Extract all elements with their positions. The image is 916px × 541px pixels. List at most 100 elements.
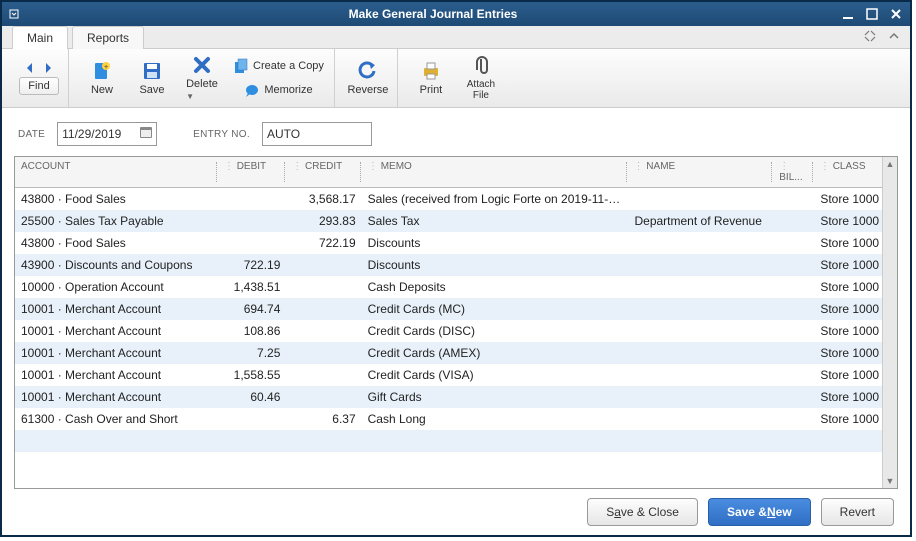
- cell-debit[interactable]: 1,558.55: [219, 365, 287, 385]
- cell-debit[interactable]: [219, 438, 287, 444]
- cell-account[interactable]: 61300 · Cash Over and Short: [15, 409, 219, 429]
- cell-billable[interactable]: [774, 240, 814, 246]
- cell-account[interactable]: 43900 · Discounts and Coupons: [15, 255, 219, 275]
- find-button[interactable]: Find: [19, 77, 58, 95]
- col-debit[interactable]: ⋮ DEBIT: [218, 157, 286, 187]
- cell-credit[interactable]: [286, 394, 361, 400]
- cell-billable[interactable]: [774, 262, 814, 268]
- cell-name[interactable]: [628, 372, 774, 378]
- cell-debit[interactable]: 1,438.51: [219, 277, 287, 297]
- cell-name[interactable]: [628, 328, 774, 334]
- cell-memo[interactable]: Sales Tax: [362, 211, 629, 231]
- revert-button[interactable]: Revert: [821, 498, 894, 526]
- vertical-scrollbar[interactable]: ▲ ▼: [882, 157, 897, 488]
- table-row[interactable]: 43800 · Food Sales 3,568.17Sales (receive…: [15, 188, 897, 210]
- col-account[interactable]: ACCOUNT: [15, 157, 218, 187]
- cell-account[interactable]: 10000 · Operation Account: [15, 277, 219, 297]
- print-button[interactable]: Print: [408, 53, 454, 103]
- table-row[interactable]: 10000 · Operation Account1,438.51 Cash De…: [15, 276, 897, 298]
- calendar-icon[interactable]: [139, 125, 153, 139]
- next-arrow-icon[interactable]: [41, 61, 55, 75]
- cell-credit[interactable]: [286, 438, 361, 444]
- cell-billable[interactable]: [774, 218, 814, 224]
- close-icon[interactable]: [888, 6, 904, 22]
- cell-memo[interactable]: Credit Cards (VISA): [362, 365, 629, 385]
- cell-memo[interactable]: Credit Cards (MC): [362, 299, 629, 319]
- cell-name[interactable]: [628, 350, 774, 356]
- cell-memo[interactable]: Cash Long: [362, 409, 629, 429]
- tab-main[interactable]: Main: [12, 26, 68, 49]
- scroll-down-icon[interactable]: ▼: [883, 474, 897, 488]
- reverse-button[interactable]: Reverse: [345, 53, 391, 103]
- save-close-button[interactable]: Save & Close: [587, 498, 698, 526]
- cell-billable[interactable]: [774, 438, 814, 444]
- collapse-ribbon-icon[interactable]: [886, 28, 902, 44]
- col-credit[interactable]: ⋮ CREDIT: [286, 157, 362, 187]
- cell-account[interactable]: 10001 · Merchant Account: [15, 343, 219, 363]
- system-menu-icon[interactable]: [2, 2, 26, 26]
- cell-debit[interactable]: [219, 196, 287, 202]
- cell-credit[interactable]: [286, 262, 361, 268]
- cell-account[interactable]: 43800 · Food Sales: [15, 189, 219, 209]
- cell-memo[interactable]: Discounts: [362, 233, 629, 253]
- cell-name[interactable]: [628, 196, 774, 202]
- cell-billable[interactable]: [774, 306, 814, 312]
- cell-memo[interactable]: Sales (received from Logic Forte on 2019…: [362, 189, 629, 209]
- cell-account[interactable]: 10001 · Merchant Account: [15, 387, 219, 407]
- cell-credit[interactable]: [286, 350, 361, 356]
- cell-billable[interactable]: [774, 394, 814, 400]
- cell-debit[interactable]: 694.74: [219, 299, 287, 319]
- cell-name[interactable]: [628, 262, 774, 268]
- cell-memo[interactable]: Gift Cards: [362, 387, 629, 407]
- prev-arrow-icon[interactable]: [23, 61, 37, 75]
- cell-name[interactable]: [628, 416, 774, 422]
- cell-credit[interactable]: [286, 284, 361, 290]
- cell-memo[interactable]: Discounts: [362, 255, 629, 275]
- cell-debit[interactable]: [219, 416, 287, 422]
- cell-credit[interactable]: [286, 372, 361, 378]
- cell-name[interactable]: [628, 394, 774, 400]
- cell-account[interactable]: [15, 438, 219, 444]
- cell-debit[interactable]: [219, 240, 287, 246]
- cell-billable[interactable]: [774, 372, 814, 378]
- cell-billable[interactable]: [774, 284, 814, 290]
- cell-memo[interactable]: [362, 438, 629, 444]
- cell-memo[interactable]: Cash Deposits: [362, 277, 629, 297]
- new-button[interactable]: + New: [79, 53, 125, 103]
- table-row[interactable]: 10001 · Merchant Account7.25Credit Cards…: [15, 342, 897, 364]
- cell-memo[interactable]: Credit Cards (AMEX): [362, 343, 629, 363]
- cell-account[interactable]: 25500 · Sales Tax Payable: [15, 211, 219, 231]
- cell-name[interactable]: [628, 306, 774, 312]
- attach-file-button[interactable]: AttachFile: [458, 53, 504, 103]
- cell-credit[interactable]: 3,568.17: [286, 189, 361, 209]
- table-row[interactable]: [15, 430, 897, 452]
- create-copy-button[interactable]: Create a Copy: [229, 55, 328, 77]
- save-button[interactable]: Save: [129, 53, 175, 103]
- col-memo[interactable]: ⋮ MEMO: [362, 157, 628, 187]
- save-new-button[interactable]: Save & New: [708, 498, 811, 526]
- cell-billable[interactable]: [774, 416, 814, 422]
- cell-account[interactable]: 10001 · Merchant Account: [15, 365, 219, 385]
- cell-credit[interactable]: [286, 306, 361, 312]
- cell-credit[interactable]: 722.19: [286, 233, 361, 253]
- table-row[interactable]: 25500 · Sales Tax Payable293.83Sales Tax…: [15, 210, 897, 232]
- cell-billable[interactable]: [774, 196, 814, 202]
- cell-credit[interactable]: 6.37: [286, 409, 361, 429]
- cell-account[interactable]: 10001 · Merchant Account: [15, 299, 219, 319]
- table-row[interactable]: 10001 · Merchant Account1,558.55 Credit C…: [15, 364, 897, 386]
- cell-billable[interactable]: [774, 350, 814, 356]
- delete-button[interactable]: Delete▼: [179, 53, 225, 103]
- cell-account[interactable]: 43800 · Food Sales: [15, 233, 219, 253]
- cell-name[interactable]: [628, 438, 774, 444]
- date-field[interactable]: 11/29/2019: [57, 122, 157, 146]
- table-row[interactable]: 10001 · Merchant Account694.74 Credit Car…: [15, 298, 897, 320]
- cell-name[interactable]: Department of Revenue: [628, 211, 774, 231]
- table-row[interactable]: 43800 · Food Sales722.19DiscountsStore 1…: [15, 232, 897, 254]
- grid-body[interactable]: 43800 · Food Sales 3,568.17Sales (receive…: [15, 188, 897, 488]
- memorize-button[interactable]: Memorize: [229, 79, 328, 101]
- cell-debit[interactable]: 108.86: [219, 321, 287, 341]
- cell-debit[interactable]: [219, 218, 287, 224]
- cell-name[interactable]: [628, 284, 774, 290]
- table-row[interactable]: 10001 · Merchant Account60.46Gift CardsS…: [15, 386, 897, 408]
- minimize-icon[interactable]: [840, 6, 856, 22]
